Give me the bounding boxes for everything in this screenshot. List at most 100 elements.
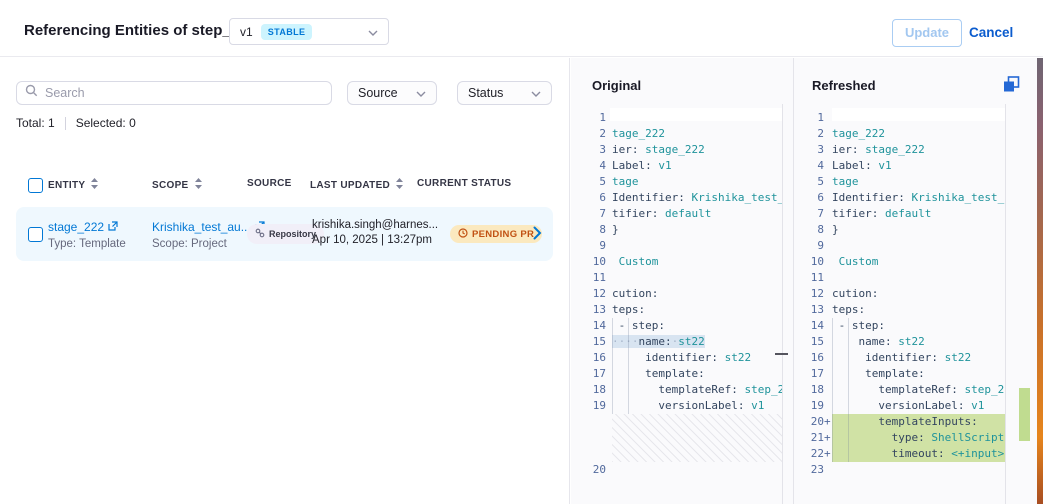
line-number: 7 [798, 206, 824, 222]
chevron-down-icon [531, 86, 541, 100]
status-filter-dropdown[interactable]: Status [457, 81, 552, 105]
cancel-button[interactable]: Cancel [969, 25, 1013, 40]
overview-ruler-added-mark[interactable] [1019, 388, 1030, 441]
code-line: 18 templateRef: step_222 [576, 382, 782, 398]
diff-plus-sign [824, 254, 832, 270]
column-header-current-status: CURRENT STATUS [417, 178, 511, 189]
updated-at: Apr 10, 2025 | 13:27pm [312, 234, 438, 246]
row-checkbox[interactable] [28, 227, 43, 242]
edge-color-strip [1037, 58, 1043, 504]
code-line: 3ier: stage_222 [576, 142, 782, 158]
diff-plus-sign [824, 366, 832, 382]
diff-plus-sign: + [824, 414, 832, 430]
code-line: 20 [576, 462, 782, 478]
code-line: 6Identifier: Krishika_test_aut [576, 190, 782, 206]
diff-plus-sign [824, 126, 832, 142]
diff-plus-sign: + [824, 446, 832, 462]
line-number: 21 [798, 430, 824, 446]
code-line: 21+ type: ShellScript [798, 430, 1005, 446]
line-number: 2 [576, 126, 606, 142]
source-filter-dropdown[interactable]: Source [347, 81, 437, 105]
code-line: 10 Custom [576, 254, 782, 270]
line-number: 22 [798, 446, 824, 462]
code-line: 7tifier: default [576, 206, 782, 222]
diff-plus-sign [824, 238, 832, 254]
page-header: Referencing Entities of step_222 v1 STAB… [0, 0, 1043, 57]
copy-icon[interactable] [1003, 76, 1020, 98]
diff-plus-sign [824, 462, 832, 478]
update-button[interactable]: Update [892, 19, 962, 47]
line-number: 7 [576, 206, 606, 222]
line-number: 12 [798, 286, 824, 302]
code-line: 19 versionLabel: v1 [576, 398, 782, 414]
line-number: 10 [798, 254, 824, 270]
line-number: 17 [576, 366, 606, 382]
code-line: 6Identifier: Krishika_test_aut [798, 190, 1005, 206]
code-line: 15····name:·st22 [576, 334, 782, 350]
column-header-entity[interactable]: ENTITY [48, 178, 98, 192]
clock-icon [458, 228, 468, 241]
line-number: 16 [798, 350, 824, 366]
select-all-checkbox[interactable] [28, 178, 43, 193]
code-line: 23 [798, 462, 1005, 478]
code-line: 13teps: [576, 302, 782, 318]
code-line: 20+ templateInputs: [798, 414, 1005, 430]
column-header-scope[interactable]: SCOPE [152, 178, 202, 192]
scope-sub: Scope: Project [152, 238, 265, 250]
version-select[interactable]: v1 STABLE [229, 18, 389, 45]
expand-row-chevron-icon[interactable] [533, 226, 542, 245]
line-number: 15 [798, 334, 824, 350]
code-line: 1 [576, 110, 782, 126]
selected-count: Selected: 0 [76, 116, 136, 130]
code-line: 12cution: [798, 286, 1005, 302]
line-number: 13 [576, 302, 606, 318]
line-number: 3 [798, 142, 824, 158]
line-number: 5 [798, 174, 824, 190]
search-input[interactable]: Search [16, 81, 332, 105]
column-header-last-updated[interactable]: LAST UPDATED [310, 178, 403, 192]
diff-spacer-hatch [612, 414, 782, 462]
sort-icon [195, 178, 202, 192]
status-filter-label: Status [468, 86, 503, 100]
diff-plus-sign: + [824, 430, 832, 446]
diff-plus-sign [824, 302, 832, 318]
code-line: 2tage_222 [798, 126, 1005, 142]
editor-border [1005, 104, 1006, 504]
line-number: 10 [576, 254, 606, 270]
code-line: 5tage [798, 174, 1005, 190]
editor-border [782, 104, 783, 504]
code-line: 14 - step: [798, 318, 1005, 334]
code-line: 9 [576, 238, 782, 254]
refreshed-code-editor[interactable]: 12tage_2223ier: stage_2224Label: v15tage… [798, 110, 1005, 478]
code-line: 15 name: st22 [798, 334, 1005, 350]
code-line: 17 template: [576, 366, 782, 382]
code-line: 13teps: [798, 302, 1005, 318]
entity-link[interactable]: stage_222 [48, 220, 118, 234]
line-number: 23 [798, 462, 824, 478]
line-number: 4 [798, 158, 824, 174]
diff-plus-sign [824, 206, 832, 222]
original-code-editor[interactable]: 12tage_2223ier: stage_2224Label: v15tage… [576, 110, 782, 478]
entities-panel: Search Source Status Total: 1 Selected: … [0, 58, 570, 504]
diff-plus-sign [824, 142, 832, 158]
code-line: 4Label: v1 [576, 158, 782, 174]
code-line: 7tifier: default [798, 206, 1005, 222]
external-link-icon [108, 220, 118, 234]
diff-plus-sign [824, 334, 832, 350]
updated-by: krishika.singh@harnes... [312, 219, 438, 231]
line-number: 16 [576, 350, 606, 366]
version-label: v1 [240, 25, 253, 39]
divider [65, 117, 66, 130]
line-number: 12 [576, 286, 606, 302]
code-line: 11 [798, 270, 1005, 286]
table-row[interactable]: stage_222 Type: Template Krishika_test_a… [16, 207, 553, 261]
diff-plus-sign [824, 398, 832, 414]
diff-plus-sign [824, 110, 832, 126]
line-number: 9 [576, 238, 606, 254]
code-line: 10 Custom [798, 254, 1005, 270]
code-line: 17 template: [798, 366, 1005, 382]
code-line: 4Label: v1 [798, 158, 1005, 174]
line-number: 1 [576, 110, 606, 126]
line-number: 13 [798, 302, 824, 318]
code-line: 11 [576, 270, 782, 286]
